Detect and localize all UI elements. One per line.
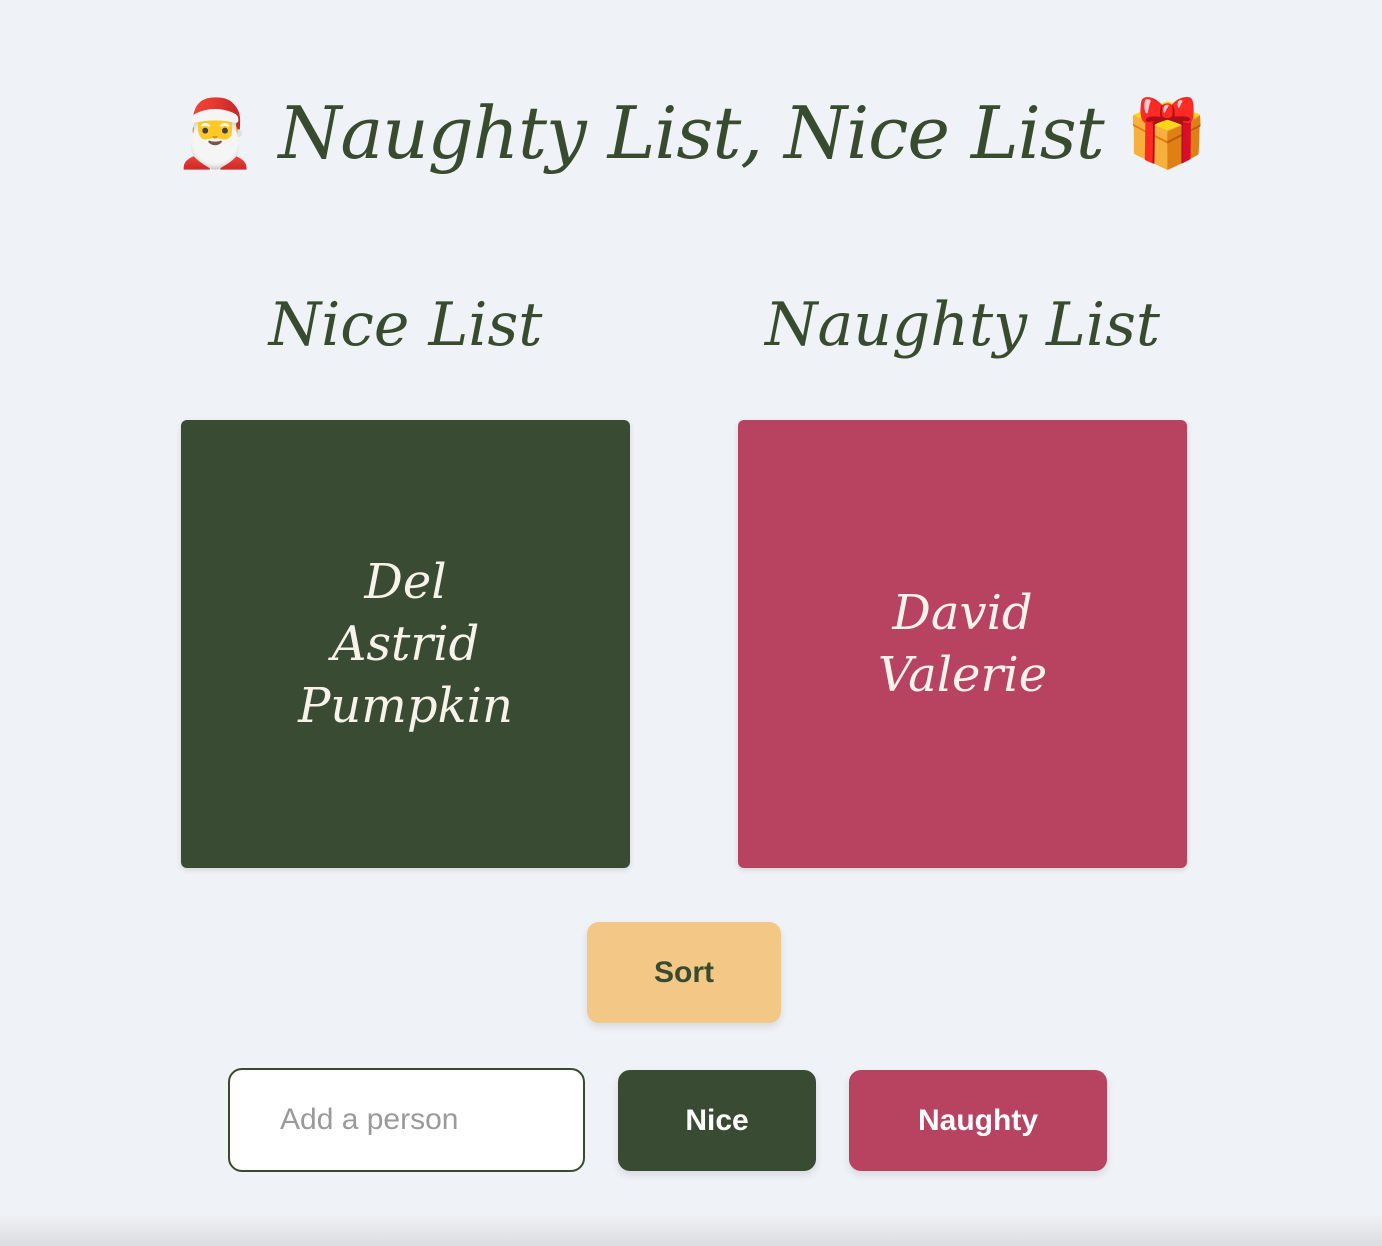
bottom-edge — [0, 1216, 1382, 1246]
santa-icon: 🎅 — [174, 96, 257, 170]
naughty-list-heading: Naughty List — [765, 290, 1160, 360]
nice-list-item: Pumpkin — [298, 678, 513, 734]
naughty-button[interactable]: Naughty — [849, 1070, 1107, 1171]
nice-list-heading: Nice List — [268, 290, 543, 360]
naughty-list-item: Valerie — [877, 647, 1048, 703]
naughty-list-item: David — [892, 585, 1033, 641]
nice-list-item: Astrid — [331, 616, 480, 672]
nice-list-box: Del Astrid Pumpkin — [181, 420, 630, 868]
sort-button[interactable]: Sort — [587, 922, 781, 1023]
title-row: 🎅 Naughty List, Nice List 🎁 — [0, 78, 1382, 188]
nice-list-item: Del — [364, 554, 447, 610]
add-person-input[interactable] — [228, 1068, 585, 1172]
page-title: Naughty List, Nice List — [278, 91, 1104, 175]
naughty-list-box: David Valerie — [738, 420, 1187, 868]
nice-button[interactable]: Nice — [618, 1070, 816, 1171]
gift-icon: 🎁 — [1125, 96, 1208, 170]
